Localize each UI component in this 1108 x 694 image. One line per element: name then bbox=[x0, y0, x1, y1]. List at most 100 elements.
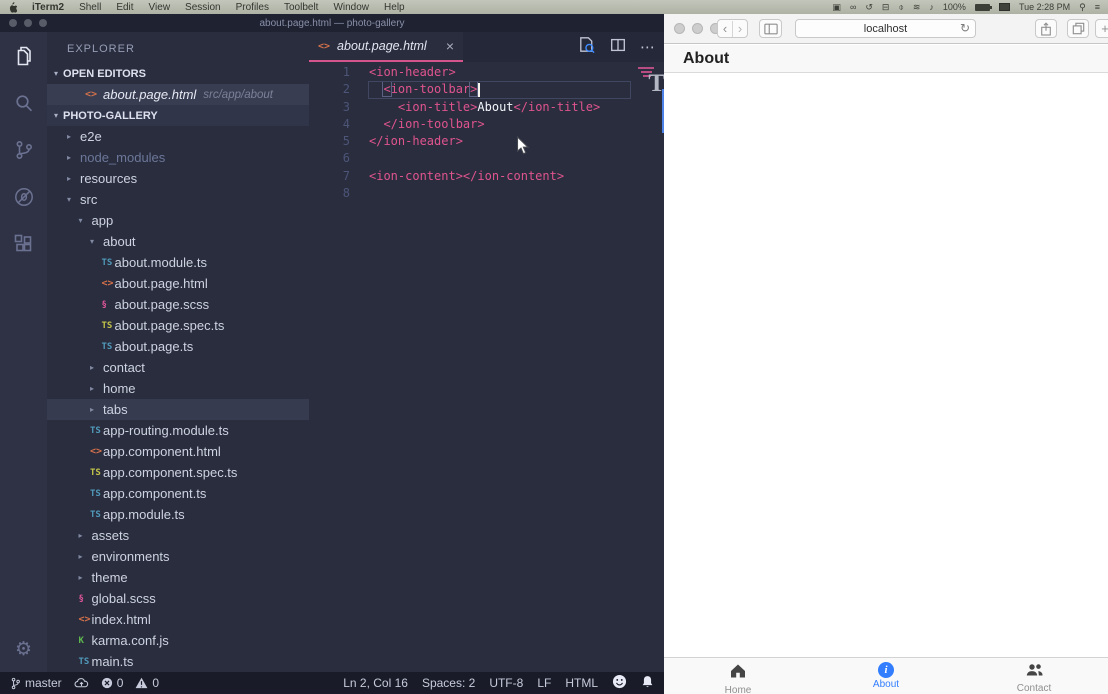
chevron-down-icon: ▾ bbox=[54, 69, 58, 78]
tree-item-index.html[interactable]: <>index.html bbox=[47, 609, 309, 630]
tree-item-app[interactable]: ▾app bbox=[47, 210, 309, 231]
tree-item-about[interactable]: ▾about bbox=[47, 231, 309, 252]
code-line-4[interactable]: 4 </ion-toolbar> bbox=[309, 116, 664, 133]
open-editors-header[interactable]: ▾ OPEN EDITORS bbox=[47, 63, 309, 84]
wifi-icon[interactable]: ≋ bbox=[913, 0, 921, 14]
menu-toolbelt[interactable]: Toolbelt bbox=[284, 2, 318, 13]
tree-item-about.page.ts[interactable]: TSabout.page.ts bbox=[47, 336, 309, 357]
editor-area: <> about.page.html × ⋯ bbox=[309, 32, 664, 672]
debug-icon[interactable] bbox=[0, 173, 47, 220]
share-icon[interactable] bbox=[1035, 19, 1057, 38]
address-bar[interactable]: localhost ↻ bbox=[795, 19, 976, 38]
tree-item-app.module.ts[interactable]: TSapp.module.ts bbox=[47, 504, 309, 525]
code-line-8[interactable]: 8 bbox=[309, 185, 664, 202]
split-editor-icon[interactable] bbox=[609, 36, 627, 59]
tree-item-about.page.scss[interactable]: §about.page.scss bbox=[47, 294, 309, 315]
tree-item-about.page.spec.ts[interactable]: TSabout.page.spec.ts bbox=[47, 315, 309, 336]
warnings-status[interactable]: 0 bbox=[135, 676, 159, 690]
open-editor-item[interactable]: <> about.page.html src/app/about bbox=[47, 84, 309, 105]
window-controls[interactable] bbox=[9, 19, 47, 27]
menu-app-name[interactable]: iTerm2 bbox=[32, 2, 64, 13]
tree-item-node_modules[interactable]: ▸node_modules bbox=[47, 147, 309, 168]
code-line-6[interactable]: 6 bbox=[309, 150, 664, 167]
code-line-1[interactable]: 1<ion-header> bbox=[309, 64, 664, 81]
keystroke-icon[interactable]: ⌽ bbox=[898, 0, 903, 14]
close-tab-icon[interactable]: × bbox=[446, 39, 454, 53]
tree-item-global.scss[interactable]: §global.scss bbox=[47, 588, 309, 609]
tree-item-resources[interactable]: ▸resources bbox=[47, 168, 309, 189]
code-editor[interactable]: 1<ion-header>2 <ion-toolbar>3 <ion-title… bbox=[309, 62, 664, 642]
time-machine-icon[interactable]: ↺ bbox=[865, 0, 873, 14]
eol-status[interactable]: LF bbox=[537, 676, 551, 690]
tree-item-e2e[interactable]: ▸e2e bbox=[47, 126, 309, 147]
tree-item-about.module.ts[interactable]: TSabout.module.ts bbox=[47, 252, 309, 273]
battery-icon[interactable] bbox=[975, 4, 990, 11]
language-mode-status[interactable]: HTML bbox=[565, 676, 598, 690]
tree-item-app-routing.module.ts[interactable]: TSapp-routing.module.ts bbox=[47, 420, 309, 441]
vscode-titlebar[interactable]: about.page.html — photo-gallery bbox=[0, 14, 664, 32]
notifications-bell-icon[interactable] bbox=[641, 675, 654, 692]
publish-cloud-icon[interactable] bbox=[74, 677, 89, 689]
tree-item-main.ts[interactable]: TSmain.ts bbox=[47, 651, 309, 672]
ion-tab-about[interactable]: iAbout bbox=[812, 658, 960, 694]
nav-buttons[interactable]: ‹ › bbox=[717, 19, 748, 38]
tree-item-app.component.ts[interactable]: TSapp.component.ts bbox=[47, 483, 309, 504]
code-line-3[interactable]: 3 <ion-title>About</ion-title> bbox=[309, 99, 664, 116]
tree-item-src[interactable]: ▾src bbox=[47, 189, 309, 210]
menu-help[interactable]: Help bbox=[384, 2, 405, 13]
search-icon[interactable] bbox=[0, 79, 47, 126]
window-controls[interactable] bbox=[674, 23, 721, 34]
screen-record-icon[interactable]: ▣ bbox=[832, 0, 841, 14]
code-line-5[interactable]: 5</ion-header> bbox=[309, 133, 664, 150]
open-changes-icon[interactable] bbox=[577, 35, 596, 59]
tree-item-theme[interactable]: ▸theme bbox=[47, 567, 309, 588]
eyeglasses-icon[interactable]: ∞ bbox=[850, 0, 856, 14]
menu-clock[interactable]: Tue 2:28 PM bbox=[1019, 2, 1070, 12]
input-source-icon[interactable] bbox=[999, 3, 1010, 11]
battery-percent: 100% bbox=[943, 2, 966, 12]
menu-session[interactable]: Session bbox=[185, 2, 221, 13]
tab-overview-icon[interactable] bbox=[1067, 19, 1089, 38]
tree-item-environments[interactable]: ▸environments bbox=[47, 546, 309, 567]
tree-item-karma.conf.js[interactable]: Kkarma.conf.js bbox=[47, 630, 309, 651]
encoding-status[interactable]: UTF-8 bbox=[489, 676, 523, 690]
more-actions-icon[interactable]: ⋯ bbox=[640, 38, 656, 56]
tree-item-app.component.spec.ts[interactable]: TSapp.component.spec.ts bbox=[47, 462, 309, 483]
menu-shell[interactable]: Shell bbox=[79, 2, 101, 13]
code-line-2[interactable]: 2 <ion-toolbar> bbox=[309, 81, 664, 98]
feedback-smiley-icon[interactable] bbox=[612, 674, 627, 692]
source-control-icon[interactable] bbox=[0, 126, 47, 173]
menu-window[interactable]: Window bbox=[333, 2, 369, 13]
back-icon[interactable]: ‹ bbox=[718, 21, 732, 37]
explorer-icon[interactable] bbox=[0, 32, 47, 79]
tree-item-about.page.html[interactable]: <>about.page.html bbox=[47, 273, 309, 294]
tree-item-contact[interactable]: ▸contact bbox=[47, 357, 309, 378]
airplay-display-icon[interactable]: ⊟ bbox=[882, 0, 890, 14]
tree-item-tabs[interactable]: ▸tabs bbox=[47, 399, 309, 420]
ion-tab-home[interactable]: Home bbox=[664, 658, 812, 694]
tree-item-home[interactable]: ▸home bbox=[47, 378, 309, 399]
indentation-status[interactable]: Spaces: 2 bbox=[422, 676, 475, 690]
ion-tab-contact[interactable]: Contact bbox=[960, 658, 1108, 694]
extensions-icon[interactable] bbox=[0, 220, 47, 267]
spotlight-icon[interactable]: ⚲ bbox=[1079, 0, 1086, 14]
menu-profiles[interactable]: Profiles bbox=[236, 2, 269, 13]
project-section-header[interactable]: ▾ PHOTO-GALLERY bbox=[47, 105, 309, 126]
settings-gear-icon[interactable]: ⚙ bbox=[0, 632, 47, 666]
apple-menu-icon[interactable] bbox=[8, 2, 17, 13]
forward-icon[interactable]: › bbox=[732, 21, 747, 37]
cursor-position-status[interactable]: Ln 2, Col 16 bbox=[343, 676, 408, 690]
code-line-7[interactable]: 7<ion-content></ion-content> bbox=[309, 168, 664, 185]
volume-icon[interactable]: ♪ bbox=[929, 0, 934, 14]
tab-about-page-html[interactable]: <> about.page.html × bbox=[309, 32, 463, 62]
errors-status[interactable]: 0 bbox=[101, 676, 124, 690]
menu-view[interactable]: View bbox=[149, 2, 171, 13]
sidebar-toggle-icon[interactable] bbox=[759, 19, 782, 38]
menu-edit[interactable]: Edit bbox=[116, 2, 133, 13]
reload-icon[interactable]: ↻ bbox=[960, 21, 970, 35]
git-branch-status[interactable]: master bbox=[10, 676, 62, 690]
tree-item-app.component.html[interactable]: <>app.component.html bbox=[47, 441, 309, 462]
tree-item-assets[interactable]: ▸assets bbox=[47, 525, 309, 546]
notification-center-icon[interactable]: ≡ bbox=[1095, 0, 1100, 14]
new-tab-icon[interactable]: + bbox=[1095, 19, 1108, 38]
